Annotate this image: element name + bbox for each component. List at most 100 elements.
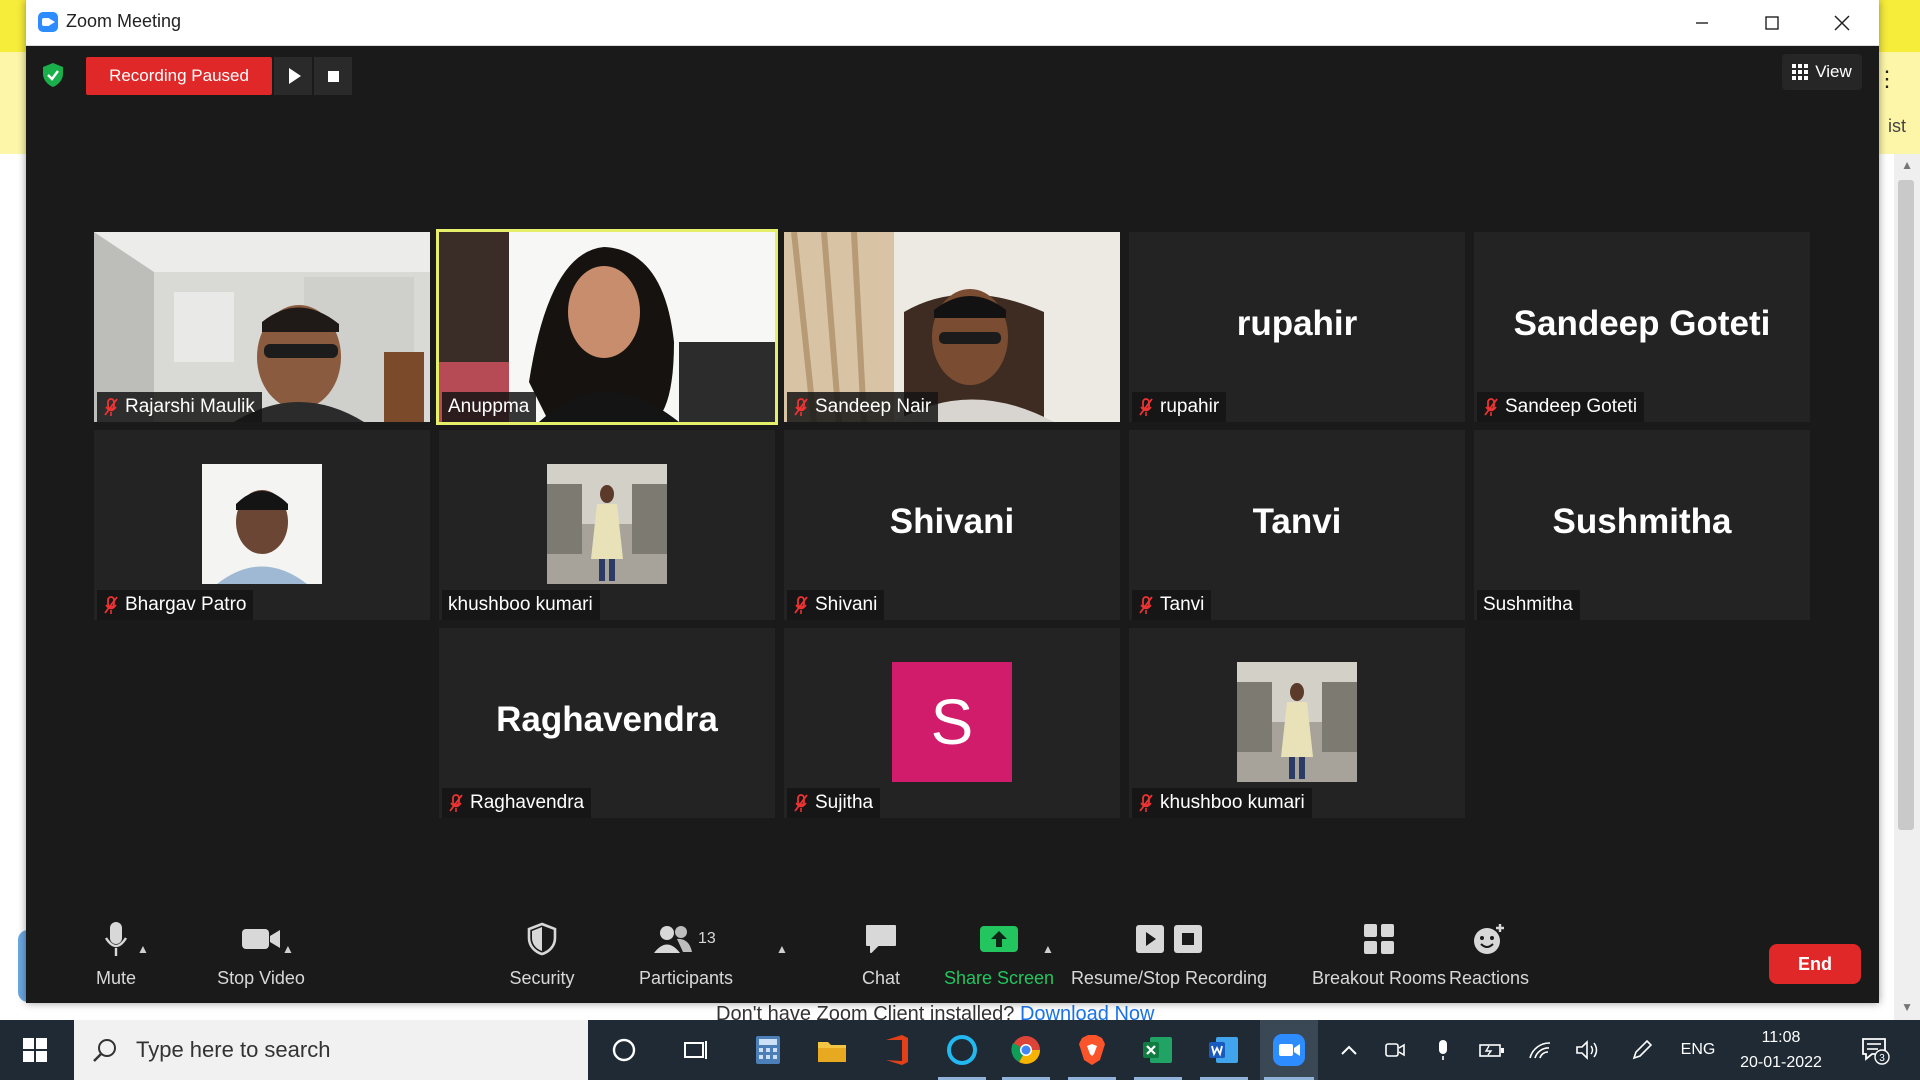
participant-display-name: Tanvi: [1252, 502, 1342, 541]
notification-icon: 3: [1862, 1038, 1890, 1065]
start-button[interactable]: [0, 1020, 70, 1080]
maximize-button[interactable]: [1737, 0, 1807, 45]
resume-recording-button[interactable]: [274, 57, 312, 95]
participants-count-badge: 13: [698, 930, 716, 947]
zoom-app-taskbar-icon[interactable]: [1260, 1020, 1318, 1080]
browser-scrollbar-thumb[interactable]: [1898, 180, 1914, 830]
minimize-button[interactable]: [1667, 0, 1737, 45]
participant-name-label: Sandeep Goteti: [1477, 392, 1645, 422]
participant-name-label: Bhargav Patro: [97, 590, 254, 620]
video-tile-sujitha[interactable]: S Sujitha: [784, 628, 1120, 818]
cortana-button[interactable]: [598, 1020, 650, 1080]
security-label: Security: [509, 968, 575, 988]
battery-tray-button[interactable]: [1476, 1020, 1508, 1080]
video-tile-sandeep-nair[interactable]: Sandeep Nair: [784, 232, 1120, 422]
chrome-icon: [1011, 1036, 1040, 1064]
video-tile-bhargav-patro[interactable]: Bhargav Patro: [94, 430, 430, 620]
video-tile-rupahir[interactable]: rupahir rupahir: [1129, 232, 1465, 422]
pen-workspace-tray-button[interactable]: [1626, 1020, 1658, 1080]
mic-muted-icon: [794, 398, 808, 416]
wifi-tray-button[interactable]: [1524, 1020, 1556, 1080]
participants-icon: [654, 926, 692, 953]
mic-muted-icon: [794, 794, 808, 812]
video-options-chevron-icon[interactable]: ▲: [282, 942, 294, 956]
taskbar-clock[interactable]: 11:08 20-01-2022: [1736, 1025, 1826, 1075]
word-app-icon[interactable]: [1196, 1020, 1252, 1080]
show-hidden-icons-button[interactable]: [1334, 1020, 1364, 1080]
participant-name-label: Sandeep Nair: [787, 392, 939, 422]
close-button[interactable]: [1807, 0, 1877, 45]
breakout-rooms-label: Breakout Rooms: [1311, 968, 1447, 988]
windows-taskbar: Type here to search ENG 11:08 20-01-2022…: [0, 1020, 1920, 1080]
more-menu-icon[interactable]: ⋮: [1876, 66, 1898, 92]
share-screen-icon: [980, 926, 1018, 952]
stop-video-label: Stop Video: [217, 968, 305, 988]
office-app-icon[interactable]: [868, 1020, 924, 1080]
stop-recording-button[interactable]: [314, 57, 352, 95]
microphone-tray-button[interactable]: [1428, 1020, 1458, 1080]
task-view-icon: [684, 1041, 707, 1059]
video-tile-sushmitha[interactable]: Sushmitha Sushmitha: [1474, 430, 1810, 620]
browser-list-text: ist: [1888, 116, 1906, 136]
participant-name: Sandeep Nair: [815, 396, 932, 417]
volume-tray-button[interactable]: [1572, 1020, 1604, 1080]
brave-app-icon[interactable]: [1064, 1020, 1120, 1080]
windows-logo-icon: [23, 1038, 47, 1062]
scroll-up-icon[interactable]: ▲: [1901, 158, 1913, 172]
video-tile-raghavendra[interactable]: Raghavendra Raghavendra: [439, 628, 775, 818]
participants-button[interactable]: 13 Participants: [626, 916, 746, 1003]
task-view-button[interactable]: [670, 1020, 722, 1080]
video-tile-khushboo-kumari[interactable]: khushboo kumari: [439, 430, 775, 620]
end-meeting-button[interactable]: End: [1769, 944, 1861, 984]
taskbar-search-box[interactable]: Type here to search: [74, 1020, 588, 1080]
action-center-button[interactable]: 3: [1850, 1020, 1900, 1080]
folder-icon: [818, 1042, 846, 1062]
participant-name: khushboo kumari: [1160, 792, 1305, 813]
input-language-indicator[interactable]: ENG: [1672, 1020, 1724, 1080]
view-button[interactable]: View: [1782, 54, 1862, 90]
reactions-button[interactable]: Reactions: [1434, 916, 1544, 1003]
grid-icon: [1792, 64, 1809, 80]
security-button[interactable]: Security: [492, 916, 592, 1003]
audio-options-chevron-icon[interactable]: ▲: [137, 942, 149, 956]
share-screen-button[interactable]: Share Screen: [929, 916, 1069, 1003]
participant-name-label: Tanvi: [1132, 590, 1212, 620]
clock-date: 20-01-2022: [1740, 1054, 1822, 1071]
recording-status-badge: Recording Paused: [86, 57, 272, 95]
chat-label: Chat: [861, 968, 901, 988]
video-tile-shivani[interactable]: Shivani Shivani: [784, 430, 1120, 620]
video-tile-sandeep-goteti[interactable]: Sandeep Goteti Sandeep Goteti: [1474, 232, 1810, 422]
participant-name: Sujitha: [815, 792, 874, 813]
chat-bubble-icon: [866, 925, 896, 953]
participant-name: Tanvi: [1160, 594, 1205, 615]
microphone-icon: [104, 922, 128, 956]
clock-time: 11:08: [1761, 1029, 1801, 1046]
resume-stop-recording-button[interactable]: Resume/Stop Recording: [1064, 916, 1274, 1003]
chrome-app-icon[interactable]: [998, 1020, 1054, 1080]
brave-lion-icon: [1079, 1035, 1105, 1065]
share-options-chevron-icon[interactable]: ▲: [1042, 942, 1054, 956]
security-shield-icon[interactable]: [42, 62, 64, 88]
mute-button[interactable]: Mute: [68, 916, 164, 1003]
calculator-app-icon[interactable]: [740, 1020, 796, 1080]
file-explorer-app-icon[interactable]: [804, 1020, 860, 1080]
participants-label: Participants: [638, 968, 734, 988]
calculator-icon: [756, 1036, 780, 1064]
video-tile-rajarshi[interactable]: Rajarshi Maulik: [94, 232, 430, 422]
meet-now-tray-button[interactable]: [1380, 1020, 1410, 1080]
participants-options-chevron-icon[interactable]: ▲: [776, 942, 788, 956]
video-tile-tanvi[interactable]: Tanvi Tanvi: [1129, 430, 1465, 620]
search-placeholder: Type here to search: [136, 1037, 331, 1062]
video-tile-khushboo-kumari-2[interactable]: khushboo kumari: [1129, 628, 1465, 818]
video-tile-anuppma-active-speaker[interactable]: Anuppma: [439, 232, 775, 422]
stop-video-button[interactable]: Stop Video: [186, 916, 336, 1003]
participant-name-label: rupahir: [1132, 392, 1227, 422]
scroll-down-icon[interactable]: ▼: [1901, 1000, 1913, 1014]
chat-button[interactable]: Chat: [826, 916, 936, 1003]
alexa-app-icon[interactable]: [934, 1020, 990, 1080]
reactions-label: Reactions: [1448, 968, 1530, 988]
microphone-tray-icon: [1439, 1040, 1447, 1060]
wifi-icon: [1529, 1042, 1551, 1059]
chevron-up-icon: [1341, 1045, 1357, 1055]
excel-app-icon[interactable]: [1130, 1020, 1186, 1080]
